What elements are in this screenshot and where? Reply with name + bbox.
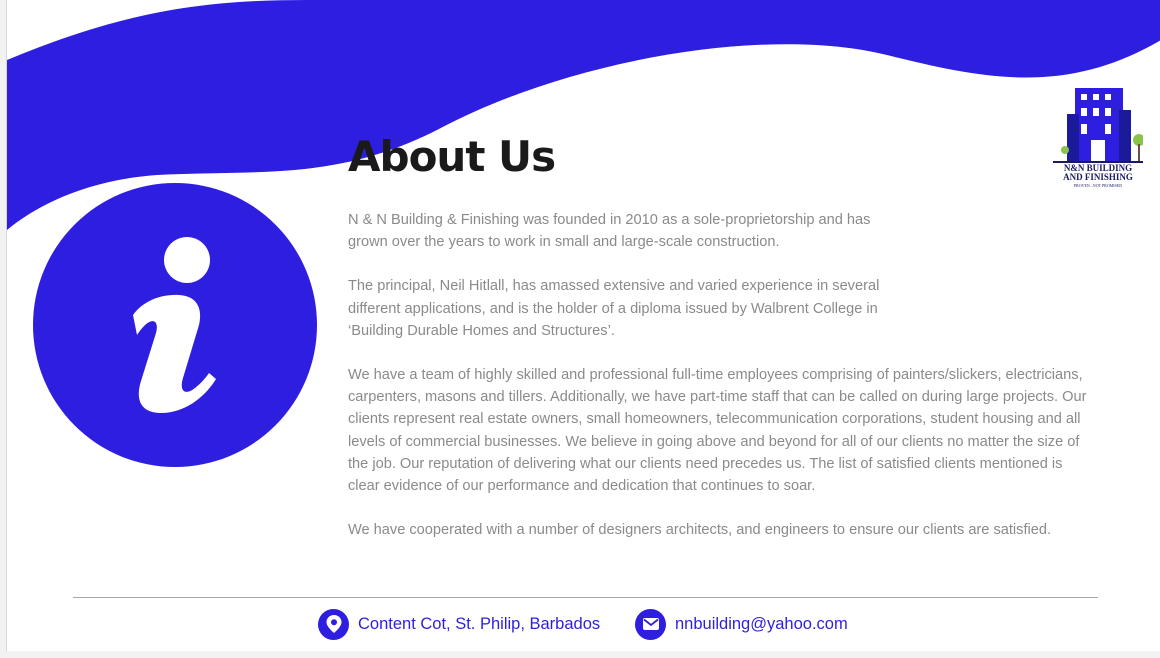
paragraph-team: We have a team of highly skilled and pro… bbox=[348, 367, 1087, 495]
slide: N&N BUILDING AND FINISHING PROVEN...NOT … bbox=[6, 0, 1160, 651]
company-logo: N&N BUILDING AND FINISHING PROVEN...NOT … bbox=[1053, 84, 1143, 194]
paragraph-partners: We have cooperated with a number of desi… bbox=[348, 522, 1052, 539]
logo-text-line2: AND FINISHING bbox=[1063, 172, 1133, 182]
about-body: N & N Building & Finishing was founded i… bbox=[348, 209, 1088, 563]
envelope-icon bbox=[635, 608, 666, 640]
paragraph-principal: The principal, Neil Hitlall, has amassed… bbox=[348, 278, 880, 339]
info-icon bbox=[33, 183, 317, 467]
email-link[interactable]: nnbuilding@yahoo.com bbox=[675, 615, 848, 634]
address-text: Content Cot, St. Philip, Barbados bbox=[358, 614, 601, 633]
footer-email: nnbuilding@yahoo.com bbox=[635, 608, 848, 640]
location-pin-icon bbox=[318, 608, 349, 640]
paragraph-founding: N & N Building & Finishing was founded i… bbox=[348, 212, 871, 251]
logo-tagline: PROVEN...NOT PROMISED bbox=[1073, 183, 1123, 188]
page-title: About Us bbox=[348, 132, 556, 181]
footer-address: Content Cot, St. Philip, Barbados bbox=[318, 608, 600, 640]
footer-divider bbox=[73, 597, 1098, 598]
